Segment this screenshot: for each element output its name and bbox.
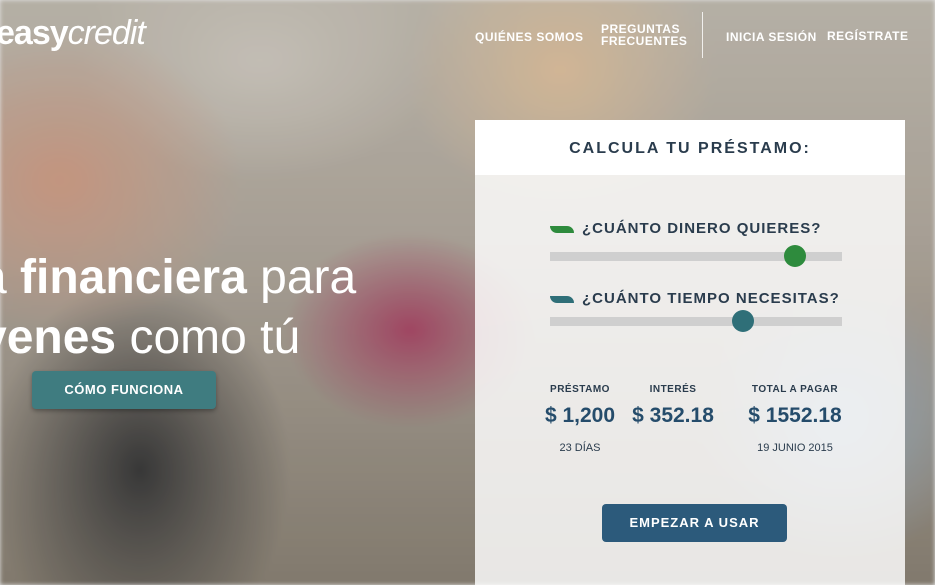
interest-label: INTERÉS (649, 384, 697, 395)
calculator-title: CALCULA TU PRÉSTAMO: (569, 140, 811, 157)
time-question: ¿CUÁNTO TIEMPO NECESITAS? (582, 290, 840, 307)
hero-heading: a financiera para venes como tú (0, 248, 356, 368)
time-slider-track[interactable] (550, 317, 842, 326)
interest-value: $ 352.18 (632, 404, 714, 427)
amount-question: ¿CUÁNTO DINERO QUIERES? (582, 220, 822, 237)
amount-slider-handle[interactable] (784, 245, 807, 267)
leaf-icon (550, 296, 574, 303)
how-it-works-button[interactable]: CÓMO FUNCIONA (32, 371, 216, 409)
nav-about-link[interactable]: QUIÉNES SOMOS (475, 30, 584, 44)
calculator-header: CALCULA TU PRÉSTAMO: (475, 120, 905, 175)
nav-register-link[interactable]: REGÍSTRATE (827, 29, 908, 43)
time-slider-handle[interactable] (731, 310, 754, 332)
hero-line1-b: financiera (20, 251, 247, 304)
total-label: TOTAL A PAGAR (751, 384, 839, 395)
nav-login-link[interactable]: INICIA SESIÓN (726, 30, 817, 44)
loan-label: PRÉSTAMO (550, 384, 610, 395)
top-nav: QUIÉNES SOMOS PREGUNTAS FRECUENTES INICI… (0, 0, 935, 70)
nav-divider (702, 12, 703, 58)
loan-term: 23 DÍAS (559, 442, 601, 454)
start-button[interactable]: EMPEZAR A USAR (602, 504, 787, 542)
total-value: $ 1552.18 (748, 404, 842, 427)
leaf-icon (550, 226, 574, 233)
hero-line2-b: como tú (116, 311, 301, 364)
nav-faq-line2: FRECUENTES (601, 34, 688, 48)
hero-line1-a: a (0, 251, 20, 304)
hero-line2-a: venes (0, 311, 117, 364)
total-date: 19 JUNIO 2015 (757, 442, 833, 454)
loan-calculator-card: CALCULA TU PRÉSTAMO: ¿CUÁNTO DINERO QUIE… (475, 120, 905, 585)
loan-value: $ 1,200 (544, 404, 616, 427)
hero-line1-c: para (246, 251, 357, 304)
nav-faq-link[interactable]: PREGUNTAS FRECUENTES (601, 23, 687, 47)
